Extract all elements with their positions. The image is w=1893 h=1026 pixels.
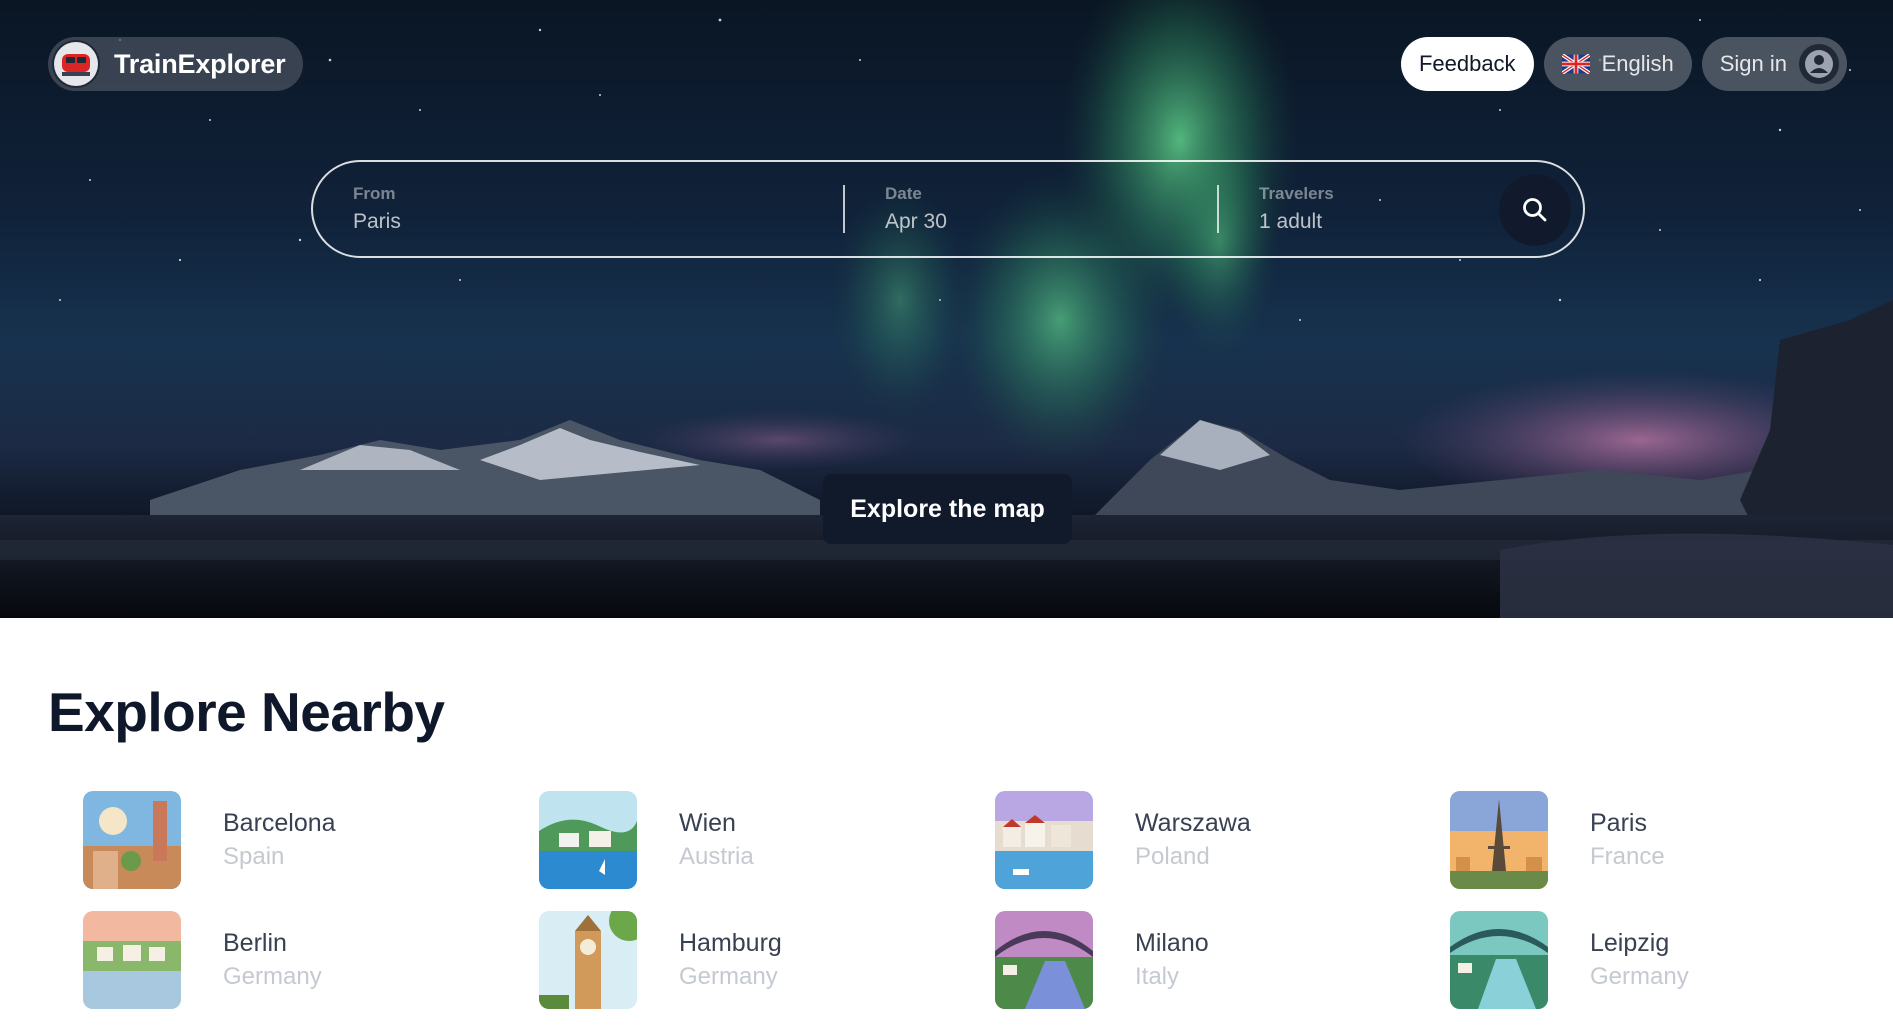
destination-city: Hamburg	[679, 929, 782, 957]
destination-country: France	[1590, 843, 1665, 870]
destination-country: Spain	[223, 843, 285, 870]
destination-country: Germany	[223, 963, 322, 990]
destination-city: Berlin	[223, 929, 287, 957]
destination-card[interactable]: Hamburg Germany	[539, 911, 959, 1009]
destination-city: Milano	[1135, 929, 1209, 957]
date-field[interactable]: Date Apr 30	[845, 162, 1217, 256]
search-icon	[1523, 198, 1547, 222]
destination-city: Paris	[1590, 809, 1647, 837]
destination-card[interactable]: Berlin Germany	[83, 911, 503, 1009]
destination-country: Germany	[679, 963, 778, 990]
wien-thumbnail	[539, 791, 637, 889]
hero-banner: TrainExplorer Feedback English Sign in F…	[0, 0, 1893, 618]
destination-city: Barcelona	[223, 809, 336, 837]
explore-map-button[interactable]: Explore the map	[823, 474, 1072, 544]
brand-name: TrainExplorer	[114, 48, 286, 79]
leipzig-thumbnail	[1450, 911, 1548, 1009]
destination-card[interactable]: Barcelona Spain	[83, 791, 503, 889]
milano-thumbnail	[995, 911, 1093, 1009]
destination-country: Germany	[1590, 963, 1689, 990]
destination-country: Poland	[1135, 843, 1210, 870]
berlin-thumbnail	[83, 911, 181, 1009]
destination-card[interactable]: Milano Italy	[995, 911, 1415, 1009]
brand-logo-button[interactable]: TrainExplorer	[48, 37, 304, 91]
search-bar: From Paris Date Apr 30 Travelers 1 adult	[311, 160, 1585, 258]
destination-card[interactable]: Wien Austria	[539, 791, 959, 889]
sign-in-label: Sign in	[1719, 51, 1787, 76]
feedback-button[interactable]: Feedback	[1400, 37, 1534, 91]
train-logo-icon	[52, 40, 100, 88]
user-avatar-icon	[1799, 44, 1839, 84]
explore-nearby-title: Explore Nearby	[48, 681, 445, 743]
destination-card[interactable]: Leipzig Germany	[1450, 911, 1870, 1009]
destination-city: Wien	[679, 809, 736, 837]
destination-city: Warszawa	[1135, 809, 1251, 837]
sign-in-button[interactable]: Sign in	[1701, 37, 1847, 91]
from-label: From	[353, 184, 396, 203]
barcelona-thumbnail	[83, 791, 181, 889]
uk-flag-icon	[1561, 54, 1590, 74]
header-actions: Feedback English Sign in	[1400, 37, 1847, 91]
from-value: Paris	[353, 210, 401, 233]
travelers-value: 1 adult	[1259, 210, 1323, 233]
language-selector[interactable]: English	[1543, 37, 1692, 91]
from-field[interactable]: From Paris	[313, 162, 843, 256]
destination-country: Austria	[679, 843, 754, 870]
destination-country: Italy	[1135, 963, 1180, 990]
search-button[interactable]	[1499, 174, 1571, 246]
travelers-field[interactable]: Travelers 1 adult	[1219, 162, 1509, 256]
destination-city: Leipzig	[1590, 929, 1670, 957]
date-label: Date	[885, 184, 922, 203]
warszawa-thumbnail	[995, 791, 1093, 889]
destination-card[interactable]: Paris France	[1450, 791, 1870, 889]
date-value: Apr 30	[885, 210, 947, 233]
destination-card[interactable]: Warszawa Poland	[995, 791, 1415, 889]
hamburg-thumbnail	[539, 911, 637, 1009]
paris-thumbnail	[1450, 791, 1548, 889]
travelers-label: Travelers	[1259, 184, 1334, 203]
language-label: English	[1601, 51, 1674, 76]
